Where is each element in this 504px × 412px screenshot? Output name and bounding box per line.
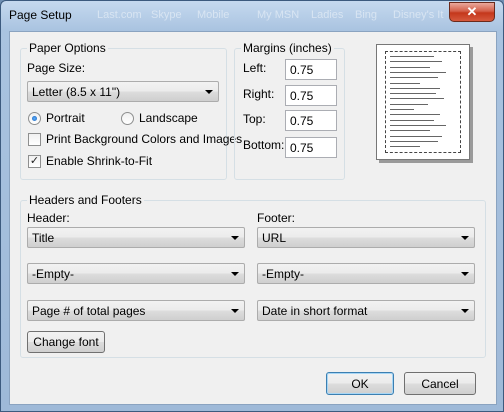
- preview-text-line: [390, 146, 420, 148]
- preview-text-line: [390, 82, 420, 84]
- preview-text-line: [390, 135, 442, 137]
- preview-text-line: [390, 140, 438, 142]
- header-dropdown-2[interactable]: -Empty-: [27, 263, 245, 284]
- page-size-value: Letter (8.5 x 11"): [32, 85, 121, 99]
- close-button[interactable]: ✕: [449, 2, 495, 22]
- preview-text-line: [390, 87, 440, 89]
- preview-text-line: [390, 77, 438, 79]
- preview-text-line: [390, 103, 428, 105]
- check-icon: ✓: [29, 155, 40, 167]
- title-bar[interactable]: Page Setup Last.com Skype Mobile My MSN …: [1, 1, 503, 31]
- ghost-tab-3: Mobile: [197, 9, 230, 21]
- header-2-value: -Empty-: [32, 267, 74, 281]
- ok-label: OK: [351, 376, 369, 391]
- margin-right-input[interactable]: 0.75: [285, 85, 337, 106]
- chevron-down-icon: [461, 309, 469, 313]
- margin-bottom-input[interactable]: 0.75: [285, 137, 337, 158]
- paper-options-title: Paper Options: [27, 41, 108, 55]
- paper-options-group: Paper Options Page Size: Letter (8.5 x 1…: [20, 41, 242, 180]
- page-preview: [376, 44, 470, 160]
- ghost-tab-2: Skype: [151, 9, 182, 21]
- ok-button[interactable]: OK: [326, 372, 394, 395]
- preview-text-line: [390, 119, 434, 121]
- preview-text-line: [390, 98, 444, 100]
- margin-left-value: 0.75: [290, 63, 314, 77]
- margin-left-input[interactable]: 0.75: [285, 59, 337, 80]
- footer-dropdown-3[interactable]: Date in short format: [257, 300, 475, 321]
- ghost-tab-1: Last.com: [97, 9, 142, 21]
- print-background-checkbox[interactable]: [28, 133, 41, 146]
- ghost-tab-6: Bing: [355, 9, 378, 21]
- chevron-down-icon: [461, 272, 469, 276]
- margin-right-label: Right:: [243, 87, 275, 101]
- chevron-down-icon: [231, 272, 239, 276]
- change-font-label: Change font: [33, 335, 99, 349]
- footer-2-value: -Empty-: [262, 267, 304, 281]
- preview-text-line: [390, 114, 440, 116]
- page-setup-window: Page Setup Last.com Skype Mobile My MSN …: [0, 0, 504, 412]
- footer-label: Footer:: [257, 211, 296, 225]
- landscape-label[interactable]: Landscape: [139, 111, 198, 125]
- chevron-down-icon: [231, 309, 239, 313]
- print-background-label[interactable]: Print Background Colors and Images: [46, 132, 242, 146]
- portrait-radio[interactable]: [28, 112, 41, 125]
- shrink-to-fit-label[interactable]: Enable Shrink-to-Fit: [46, 154, 152, 168]
- footer-dropdown-1[interactable]: URL: [257, 227, 475, 248]
- dialog-client-area: Paper Options Page Size: Letter (8.5 x 1…: [9, 31, 497, 405]
- chevron-down-icon: [231, 236, 239, 240]
- headers-footers-title: Headers and Footers: [27, 193, 144, 207]
- headers-footers-group: Headers and Footers Header: Footer: Titl…: [20, 193, 486, 358]
- margin-top-input[interactable]: 0.75: [285, 110, 337, 131]
- preview-text-line: [390, 124, 446, 126]
- ghost-tab-7: Disney's It: [393, 9, 444, 21]
- change-font-button[interactable]: Change font: [27, 331, 105, 353]
- preview-text-line: [390, 109, 414, 110]
- margins-title: Margins (inches): [241, 41, 334, 55]
- header-1-value: Title: [32, 231, 55, 245]
- margin-top-label: Top:: [243, 112, 266, 126]
- header-dropdown-3[interactable]: Page # of total pages: [27, 300, 245, 321]
- margin-bottom-label: Bottom:: [243, 138, 285, 152]
- page-size-label: Page Size:: [27, 61, 86, 75]
- portrait-label[interactable]: Portrait: [46, 111, 85, 125]
- preview-text-line: [390, 71, 446, 73]
- chevron-down-icon: [461, 236, 469, 240]
- margins-group: Margins (inches) Left: 0.75 Right: 0.75 …: [234, 41, 345, 180]
- footer-1-value: URL: [262, 231, 287, 245]
- chevron-down-icon: [205, 90, 213, 94]
- landscape-radio[interactable]: [121, 112, 134, 125]
- preview-text-line: [390, 61, 442, 63]
- header-dropdown-1[interactable]: Title: [27, 227, 245, 248]
- footer-dropdown-2[interactable]: -Empty-: [257, 263, 475, 284]
- cancel-button[interactable]: Cancel: [404, 372, 476, 395]
- preview-text-line: [390, 130, 430, 132]
- ghost-tab-5: Ladies: [311, 9, 344, 21]
- margin-left-label: Left:: [243, 61, 267, 75]
- page-preview-margins: [385, 51, 461, 153]
- page-size-dropdown[interactable]: Letter (8.5 x 11"): [27, 81, 219, 102]
- margin-right-value: 0.75: [290, 89, 314, 103]
- shrink-to-fit-checkbox[interactable]: ✓: [28, 155, 41, 168]
- footer-3-value: Date in short format: [262, 304, 368, 318]
- preview-text-line: [390, 56, 434, 57]
- preview-text-line: [390, 93, 436, 95]
- margin-bottom-value: 0.75: [290, 141, 314, 155]
- window-title: Page Setup: [9, 8, 72, 22]
- ghost-tab-4: My MSN: [257, 9, 300, 21]
- cancel-label: Cancel: [421, 376, 459, 391]
- header-3-value: Page # of total pages: [32, 304, 146, 318]
- margin-top-value: 0.75: [290, 114, 314, 128]
- preview-text-line: [390, 66, 430, 68]
- header-label: Header:: [27, 211, 70, 225]
- close-icon: ✕: [466, 4, 478, 19]
